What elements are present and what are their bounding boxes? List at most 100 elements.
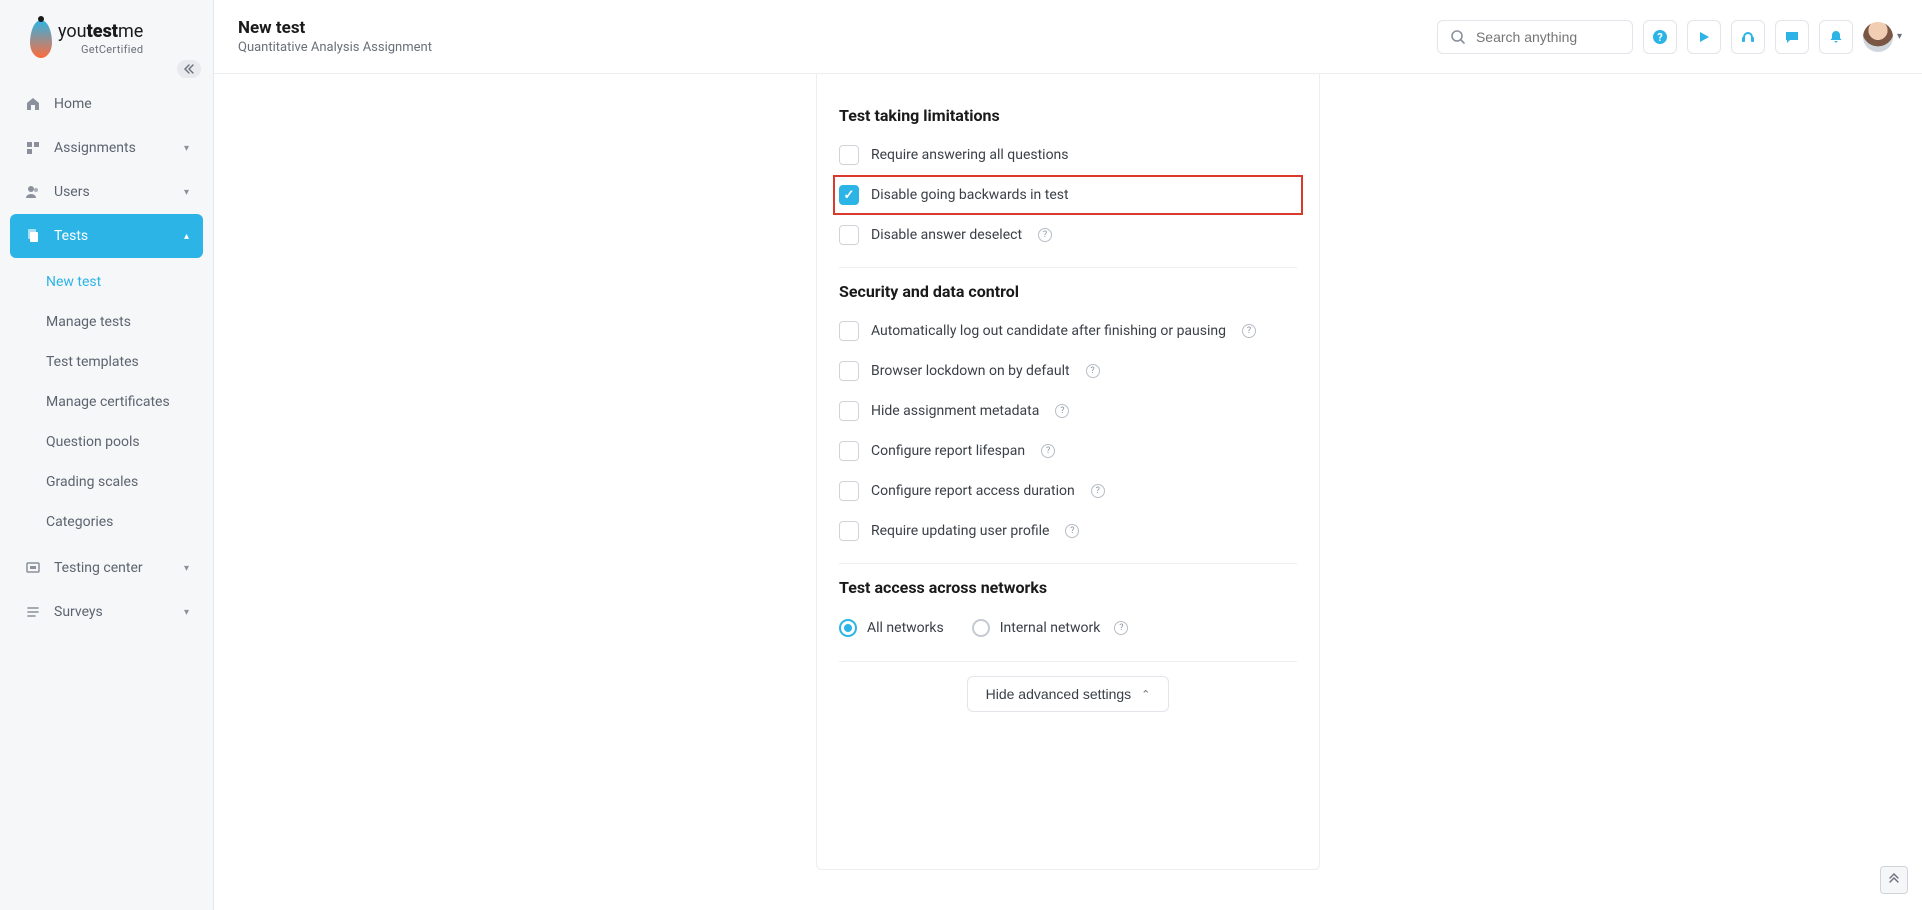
checkbox[interactable] [839, 481, 859, 501]
support-button[interactable] [1731, 20, 1765, 54]
option-label: Hide assignment metadata [871, 403, 1039, 419]
sidebar-item-testing-center[interactable]: Testing center ▾ [10, 546, 203, 590]
sidebar-sub-manage-certificates[interactable]: Manage certificates [36, 382, 203, 422]
radio-label: All networks [867, 620, 944, 636]
divider [839, 661, 1297, 662]
info-icon[interactable]: ? [1065, 524, 1079, 538]
svg-text:?: ? [1657, 31, 1663, 44]
info-icon[interactable]: ? [1091, 484, 1105, 498]
avatar [1863, 22, 1893, 52]
sidebar-sub-test-templates[interactable]: Test templates [36, 342, 203, 382]
scroll-to-top-button[interactable] [1880, 866, 1908, 894]
notifications-button[interactable] [1819, 20, 1853, 54]
testing-center-icon [24, 560, 42, 576]
brand-sub: GetCertified [58, 43, 143, 56]
option-label: Configure report access duration [871, 483, 1075, 499]
option-label: Configure report lifespan [871, 443, 1025, 459]
info-icon[interactable]: ? [1242, 324, 1256, 338]
radio-label: Internal network [1000, 620, 1101, 636]
sidebar: youtestme GetCertified Home Assignments … [0, 0, 214, 910]
radio [839, 619, 857, 637]
opt-disable-backwards: Disable going backwards in test [833, 175, 1303, 215]
search-box[interactable] [1437, 20, 1633, 54]
chevron-down-icon: ▾ [1897, 31, 1902, 42]
checkbox[interactable] [839, 145, 859, 165]
checkbox[interactable] [839, 401, 859, 421]
sidebar-item-surveys[interactable]: Surveys ▾ [10, 590, 203, 634]
checkbox[interactable] [839, 321, 859, 341]
sidebar-item-users[interactable]: Users ▾ [10, 170, 203, 214]
divider [839, 563, 1297, 564]
user-menu[interactable]: ▾ [1863, 22, 1902, 52]
option-label: Disable going backwards in test [871, 187, 1069, 203]
option-label: Automatically log out candidate after fi… [871, 323, 1226, 339]
section-title-security: Security and data control [839, 282, 1297, 301]
opt-hide-metadata: Hide assignment metadata ? [839, 391, 1297, 431]
opt-report-access-duration: Configure report access duration ? [839, 471, 1297, 511]
content: Test taking limitations Require answerin… [214, 74, 1922, 910]
info-icon[interactable]: ? [1041, 444, 1055, 458]
brand-name: youtestme [58, 23, 143, 41]
opt-browser-lockdown: Browser lockdown on by default ? [839, 351, 1297, 391]
option-label: Disable answer deselect [871, 227, 1022, 243]
opt-report-lifespan: Configure report lifespan ? [839, 431, 1297, 471]
radio [972, 619, 990, 637]
checkbox[interactable] [839, 521, 859, 541]
sidebar-item-assignments[interactable]: Assignments ▾ [10, 126, 203, 170]
sidebar-item-label: Tests [54, 228, 88, 244]
sidebar-sub-question-pools[interactable]: Question pools [36, 422, 203, 462]
logo-mark-icon [30, 20, 52, 58]
radio-all-networks[interactable]: All networks [839, 619, 944, 637]
chevron-down-icon: ▾ [184, 563, 189, 574]
logo-row: youtestme GetCertified [0, 12, 213, 74]
info-icon[interactable]: ? [1055, 404, 1069, 418]
home-icon [24, 96, 42, 112]
info-icon[interactable]: ? [1038, 228, 1052, 242]
network-radio-group: All networks Internal network ? [839, 607, 1297, 649]
section-title-network: Test access across networks [839, 578, 1297, 597]
users-icon [24, 184, 42, 200]
page-subtitle: Quantitative Analysis Assignment [238, 40, 432, 55]
checkbox[interactable] [839, 225, 859, 245]
sidebar-item-label: Users [54, 184, 90, 200]
chevron-down-icon: ▾ [184, 607, 189, 618]
sidebar-item-label: Assignments [54, 140, 136, 156]
chevron-up-icon: ▴ [184, 231, 189, 242]
checkbox[interactable] [839, 185, 859, 205]
option-label: Browser lockdown on by default [871, 363, 1070, 379]
settings-card: Test taking limitations Require answerin… [816, 74, 1320, 870]
sidebar-item-tests[interactable]: Tests ▴ [10, 214, 203, 258]
play-button[interactable] [1687, 20, 1721, 54]
checkbox[interactable] [839, 361, 859, 381]
opt-disable-deselect: Disable answer deselect ? [839, 215, 1297, 255]
sidebar-sub-tests: New test Manage tests Test templates Man… [10, 258, 203, 546]
sidebar-sub-manage-tests[interactable]: Manage tests [36, 302, 203, 342]
radio-internal-network[interactable]: Internal network ? [972, 619, 1129, 637]
sidebar-item-home[interactable]: Home [10, 82, 203, 126]
sidebar-sub-grading-scales[interactable]: Grading scales [36, 462, 203, 502]
search-input[interactable] [1476, 29, 1657, 45]
opt-auto-logout: Automatically log out candidate after fi… [839, 311, 1297, 351]
sidebar-collapse-button[interactable] [177, 60, 201, 78]
section-title-limitations: Test taking limitations [839, 106, 1297, 125]
topbar: New test Quantitative Analysis Assignmen… [214, 0, 1922, 74]
info-icon[interactable]: ? [1114, 621, 1128, 635]
page-titles: New test Quantitative Analysis Assignmen… [238, 18, 432, 55]
sidebar-sub-categories[interactable]: Categories [36, 502, 203, 542]
sidebar-sub-new-test[interactable]: New test [36, 262, 203, 302]
sidebar-item-label: Surveys [54, 604, 103, 620]
hide-advanced-button[interactable]: Hide advanced settings ⌃ [967, 676, 1170, 712]
checkbox[interactable] [839, 441, 859, 461]
sidebar-nav: Home Assignments ▾ Users ▾ Tests ▴ New t… [0, 74, 213, 642]
search-icon [1450, 29, 1466, 45]
chevron-down-icon: ▾ [184, 187, 189, 198]
tests-icon [24, 228, 42, 244]
page-title: New test [238, 18, 432, 38]
logo[interactable]: youtestme GetCertified [30, 20, 143, 58]
chat-button[interactable] [1775, 20, 1809, 54]
option-label: Require answering all questions [871, 147, 1069, 163]
info-icon[interactable]: ? [1086, 364, 1100, 378]
option-label: Require updating user profile [871, 523, 1049, 539]
divider [839, 267, 1297, 268]
help-button[interactable]: ? [1643, 20, 1677, 54]
